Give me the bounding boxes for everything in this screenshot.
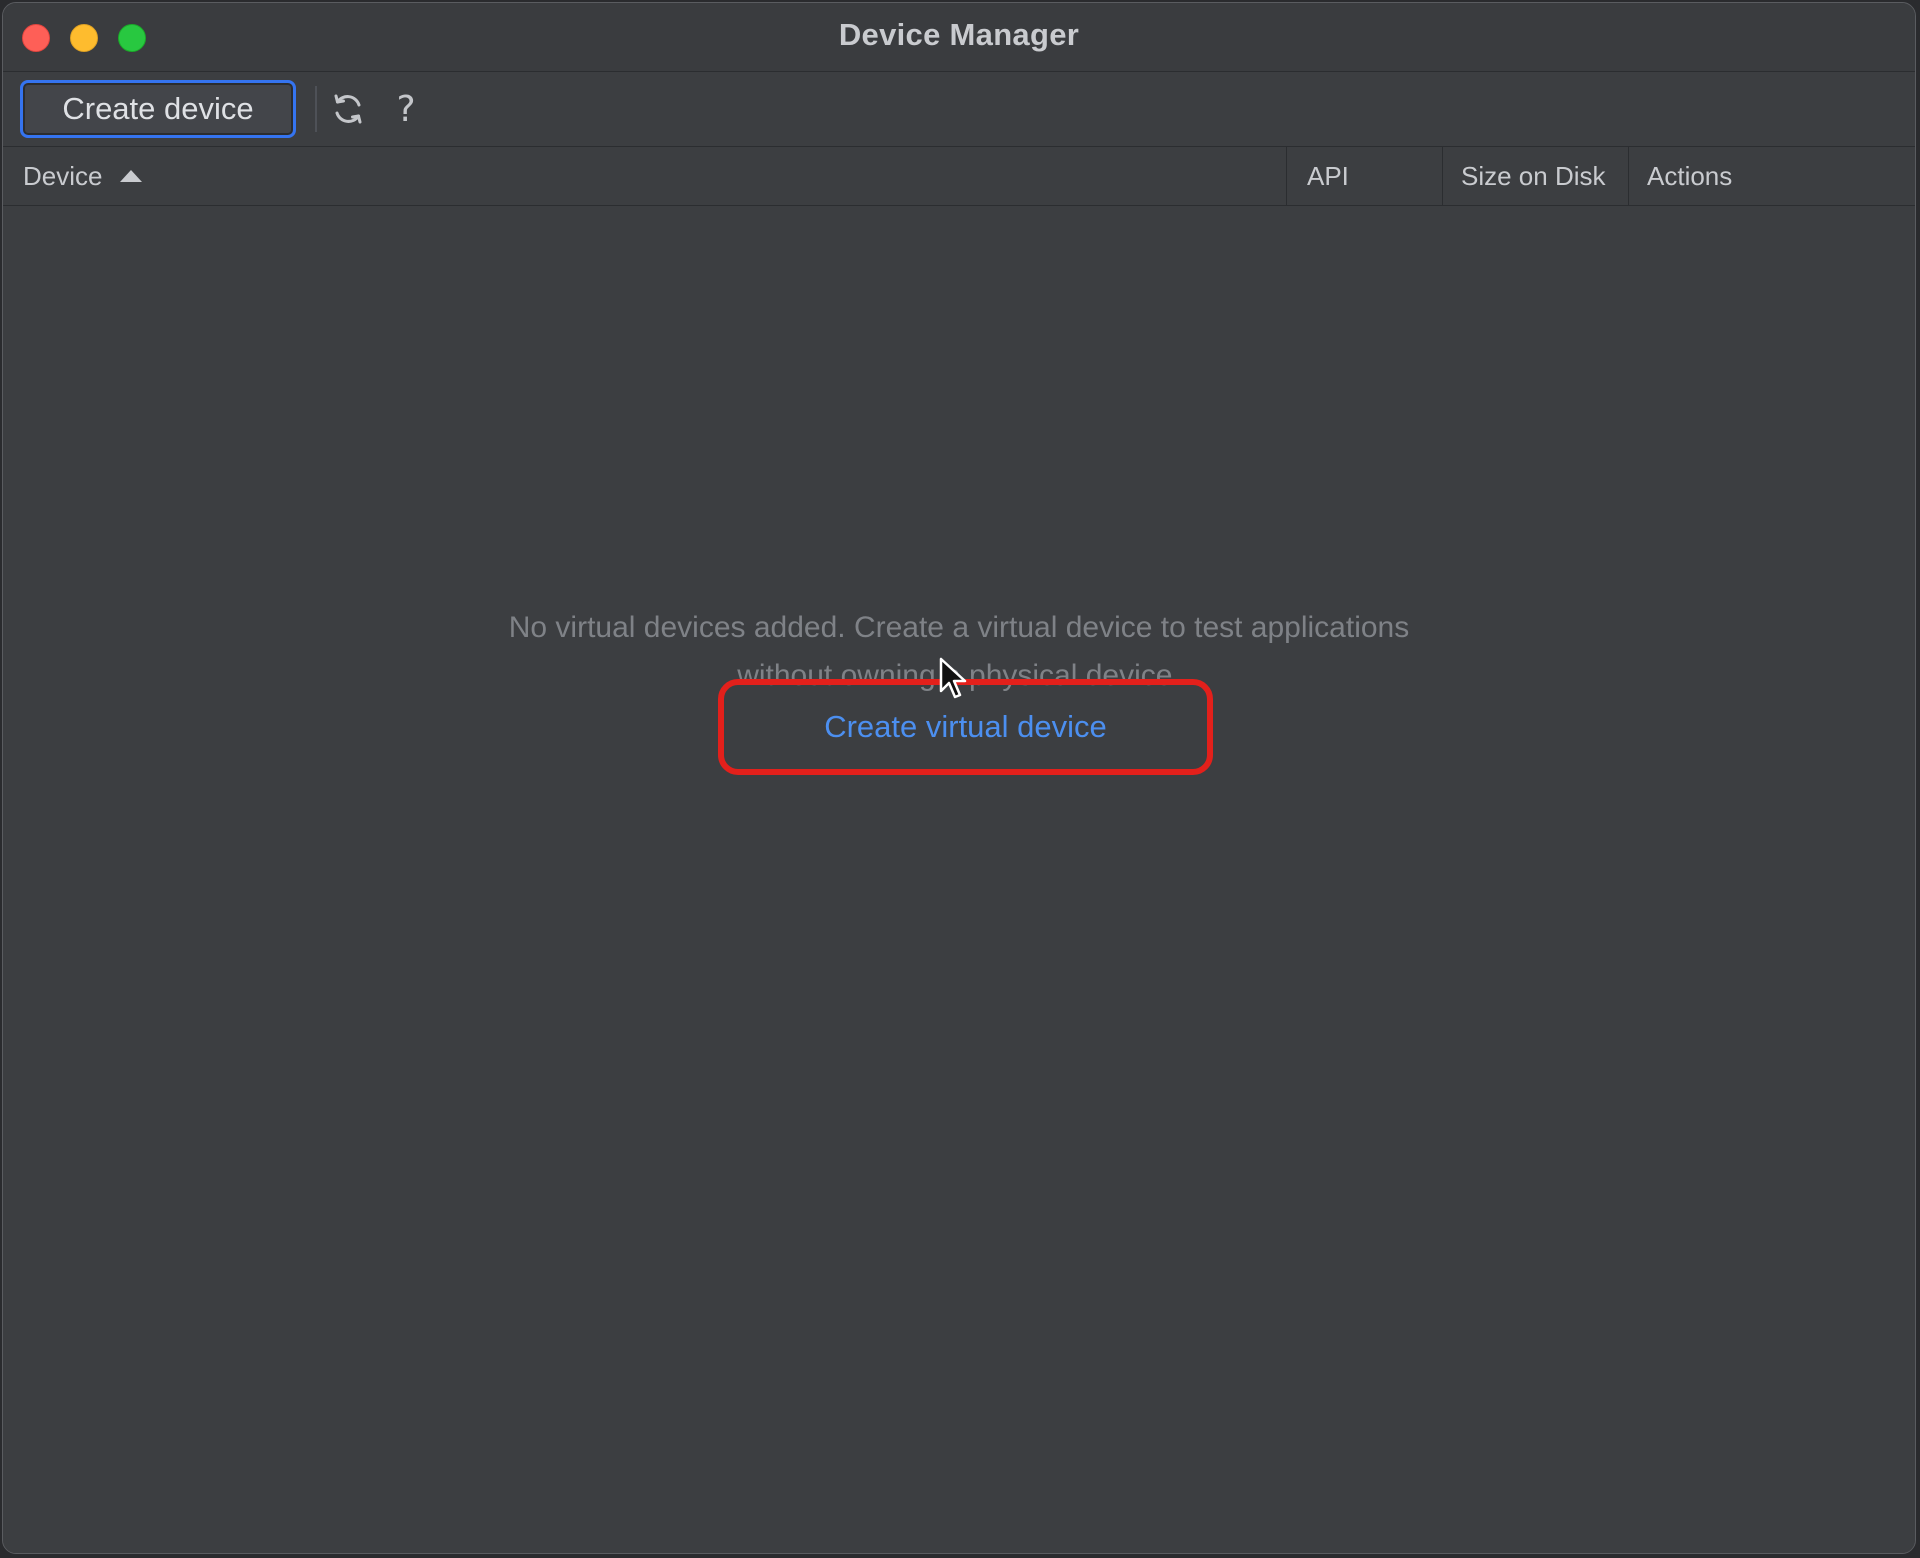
toolbar-separator xyxy=(315,86,317,132)
column-label-api: API xyxy=(1307,160,1349,191)
create-device-button[interactable]: Create device xyxy=(20,80,296,138)
help-icon[interactable]: ? xyxy=(386,89,426,130)
sort-ascending-icon xyxy=(120,170,143,182)
column-header-api[interactable]: API xyxy=(1286,147,1441,205)
window-title: Device Manager xyxy=(838,17,1080,52)
column-header-device[interactable]: Device xyxy=(23,147,1283,205)
column-label-device: Device xyxy=(23,160,103,191)
column-header-actions[interactable]: Actions xyxy=(1628,147,1908,205)
column-label-actions: Actions xyxy=(1647,160,1733,191)
title-bar: Device Manager xyxy=(3,3,1915,72)
device-manager-window: Device Manager Create device ? Device AP… xyxy=(2,2,1916,1554)
device-list-empty-area: No virtual devices added. Create a virtu… xyxy=(3,206,1915,1553)
column-header-size-on-disk[interactable]: Size on Disk xyxy=(1442,147,1628,205)
table-header: Device API Size on Disk Actions xyxy=(3,147,1915,206)
mouse-pointer-icon xyxy=(939,657,967,699)
refresh-icon[interactable] xyxy=(328,89,368,129)
toolbar: Create device ? xyxy=(3,72,1915,147)
column-label-size-on-disk: Size on Disk xyxy=(1461,160,1606,191)
